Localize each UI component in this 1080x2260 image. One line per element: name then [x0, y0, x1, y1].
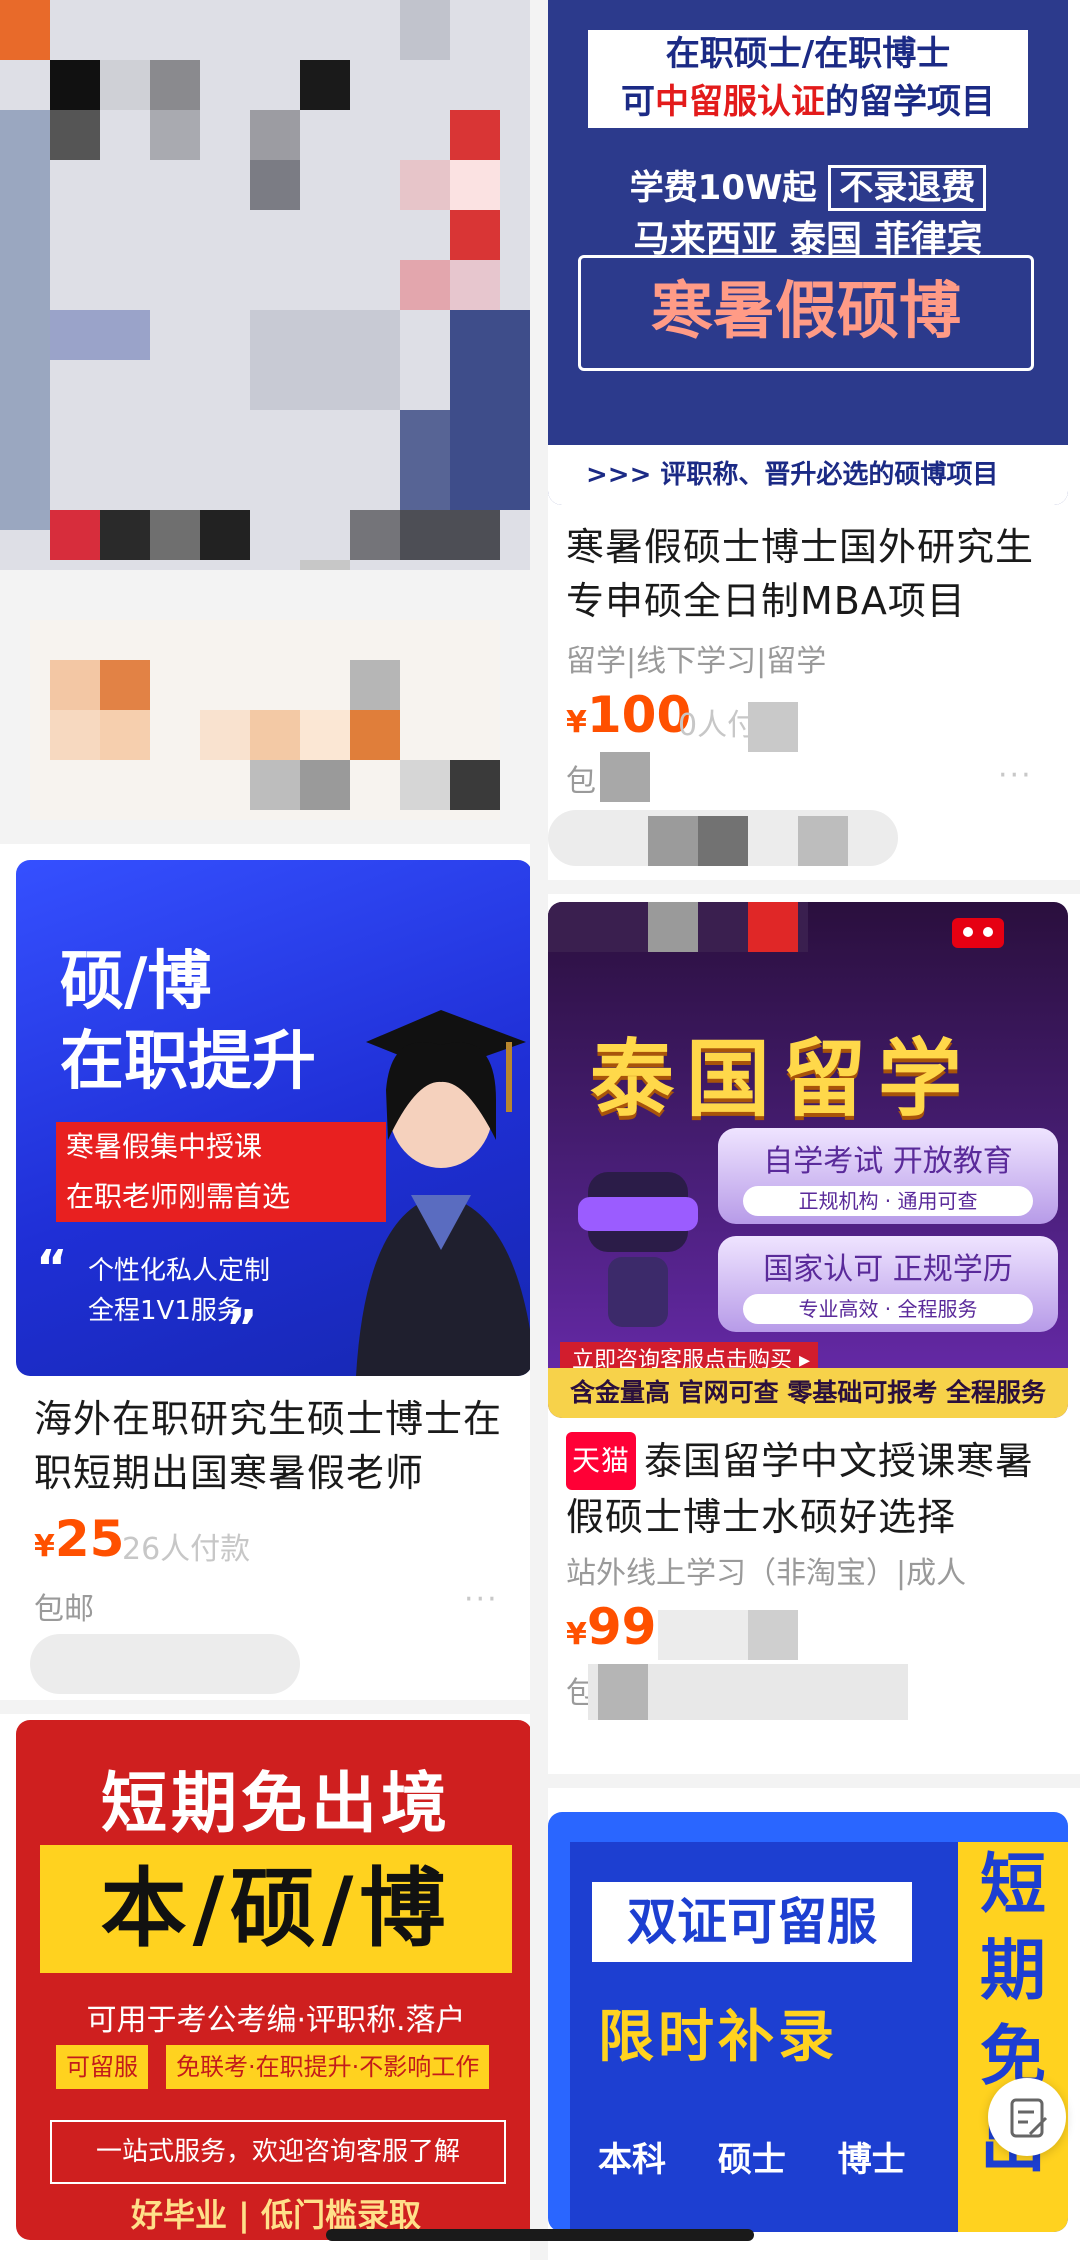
edit-note-icon — [1010, 2098, 1048, 2138]
image-heading: 泰国留学 — [590, 1030, 975, 1128]
blurred-info — [30, 620, 500, 820]
product-card-blurred-1[interactable] — [0, 0, 530, 830]
product-title[interactable]: 海外在职研究生硕士博士在职短期出国寒暑假老师 — [34, 1392, 504, 1500]
product-image-b[interactable]: 硕/博 在职提升 寒暑假集中授课 在职老师刚需首选 “ 个性化私人定制 全程1V… — [16, 860, 530, 1376]
sales-count: 26人付款 — [122, 1532, 251, 1567]
blurred-shipping — [600, 752, 650, 802]
blurred-image — [0, 0, 530, 570]
blurred-shop-row — [548, 810, 898, 866]
image-footer-bar: >>> 评职称、晋升必选的硕博项目 — [548, 445, 1068, 505]
image-subtext: 可用于考公考编·评职称.落户 — [86, 2003, 466, 2038]
image-fee-line: 学费10W起 不录退费 — [548, 160, 1068, 211]
tmall-cat-icon — [952, 918, 1004, 948]
product-card-d[interactable]: 短期免出境 本/硕/博 可用于考公考编·评职称.落户 可留服 免联考·在职提升·… — [0, 1714, 530, 2260]
image-service-box: 一站式服务，欢迎咨询客服了解 — [50, 2120, 506, 2184]
product-price: ¥99 — [566, 1598, 657, 1656]
product-tags: 留学|线下学习|留学 — [566, 644, 827, 679]
graduate-figure-icon — [356, 1010, 530, 1376]
image-yellow-text: 限时补录 — [598, 2005, 838, 2070]
blurred-sales — [748, 702, 798, 752]
blurred-sales — [658, 1610, 798, 1660]
product-title[interactable]: 寒暑假硕士博士国外研究生专申硕全日制MBA项目 — [566, 520, 1066, 628]
shipping-info: 包邮 — [34, 1592, 94, 1627]
product-card-c[interactable]: 泰国留学 自学考试 开放教育 正规机构 · 通用可查 国家认可 正规学历 专业高… — [548, 894, 1080, 1774]
image-chip-1: 可留服 — [56, 2045, 148, 2089]
image-subtext-1: 个性化私人定制 — [88, 1256, 271, 1286]
product-tags: 站外线上学习（非淘宝）|成人 — [566, 1556, 967, 1591]
more-options-icon[interactable]: ··· — [464, 1582, 499, 1617]
image-subtext-2: 全程1V1服务 — [88, 1296, 243, 1326]
image-yellow-banner: 本/硕/博 — [40, 1845, 512, 1973]
image-degree-list: 本科 硕士 博士 — [598, 2140, 906, 2180]
home-indicator[interactable] — [326, 2229, 754, 2241]
product-card-b[interactable]: 硕/博 在职提升 寒暑假集中授课 在职老师刚需首选 “ 个性化私人定制 全程1V… — [0, 844, 530, 1700]
image-chip-2: 免联考·在职提升·不影响工作 — [166, 2045, 490, 2089]
product-card-a[interactable]: 在职硕士/在职博士 可中留服认证的留学项目 学费10W起 不录退费 马来西亚 泰… — [548, 0, 1080, 880]
floating-edit-button[interactable] — [988, 2078, 1066, 2156]
image-heading: 短期免出境 — [101, 1765, 451, 1842]
image-pill-1: 自学考试 开放教育 正规机构 · 通用可查 — [718, 1128, 1058, 1224]
blurred-corner — [548, 902, 808, 952]
product-image-c[interactable]: 泰国留学 自学考试 开放教育 正规机构 · 通用可查 国家认可 正规学历 专业高… — [548, 902, 1068, 1418]
quote-open-icon: “ — [36, 1240, 68, 1296]
product-title[interactable]: 天猫 泰国留学中文授课寒暑假硕士博士水硕好选择 — [566, 1432, 1066, 1544]
product-card-e[interactable]: 双证可留服 限时补录 本科 硕士 博士 短期免出 — [548, 1788, 1080, 2260]
image-footer-bar: 含金量高 官网可查 零基础可报考 全程服务 — [548, 1368, 1068, 1418]
image-pill-2: 国家认可 正规学历 专业高效 · 全程服务 — [718, 1236, 1058, 1332]
image-heading-2: 在职提升 — [60, 1025, 316, 1099]
image-heading: 硕/博 — [60, 945, 212, 1019]
image-headline: 寒暑假硕博 — [578, 255, 1034, 371]
product-price: ¥100 — [566, 686, 692, 744]
shipping-info: 包 — [566, 764, 596, 799]
product-image-d[interactable]: 短期免出境 本/硕/博 可用于考公考编·评职称.落户 可留服 免联考·在职提升·… — [16, 1720, 530, 2240]
more-options-icon[interactable]: ··· — [998, 758, 1033, 793]
tmall-badge: 天猫 — [566, 1432, 637, 1490]
quote-close-icon: ” — [226, 1300, 258, 1356]
blurred-shop-row — [588, 1664, 908, 1720]
product-image-a[interactable]: 在职硕士/在职博士 可中留服认证的留学项目 学费10W起 不录退费 马来西亚 泰… — [548, 0, 1068, 505]
image-white-label: 双证可留服 — [592, 1882, 912, 1962]
product-price: ¥25 — [34, 1510, 125, 1568]
image-side-banner: 短期免出 — [958, 1842, 1068, 2232]
product-image-e[interactable]: 双证可留服 限时补录 本科 硕士 博士 短期免出 — [548, 1812, 1068, 2232]
image-red-banner: 寒暑假集中授课 在职老师刚需首选 — [56, 1122, 386, 1222]
blurred-shop-row — [30, 1634, 300, 1694]
robot-cat-mascot-icon — [578, 1172, 698, 1327]
image-white-box: 在职硕士/在职博士 可中留服认证的留学项目 — [588, 30, 1028, 128]
